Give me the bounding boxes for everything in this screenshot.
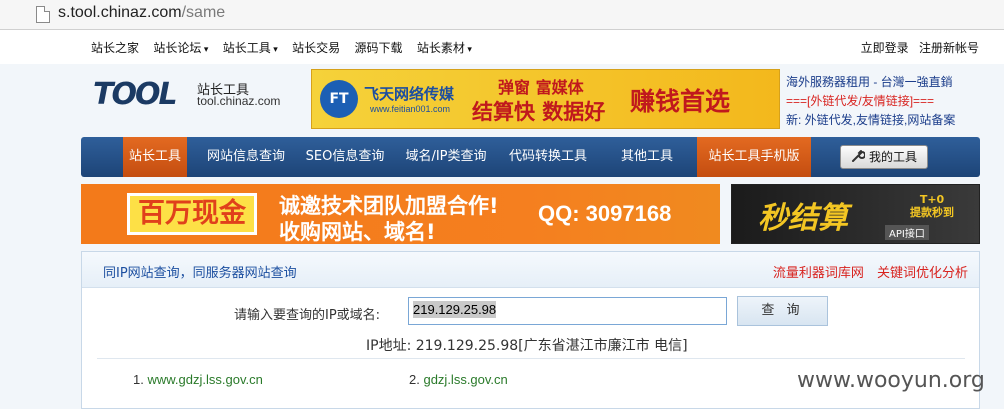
url-host: s.tool.chinaz.com [58, 4, 182, 21]
side-link-services[interactable]: 新: 外链代发,友情链接,网站备案 [786, 111, 996, 130]
ad-brand-name: 飞天网络传媒 [364, 85, 455, 103]
nav-link-tools[interactable]: 站长工具 [223, 41, 278, 55]
ad-mid-line-2: 收购网站、域名! [279, 220, 436, 244]
ad-right-tag: T+0 提款秒到 [910, 193, 954, 219]
main-menu-bar: 站长工具 网站信息查询 SEO信息查询 域名/IP类查询 代码转换工具 其他工具… [81, 137, 980, 177]
wrench-icon [851, 150, 865, 162]
query-input[interactable]: 219.129.25.98 [408, 297, 727, 325]
ad-slogan-3: 赚钱首选 [630, 87, 731, 116]
result-link[interactable]: www.gdzj.lss.gov.cn [147, 372, 262, 387]
nav-link-forum[interactable]: 站长论坛 [153, 41, 208, 55]
panel-right-links: 流量利器词库网 关键词优化分析 [764, 262, 968, 281]
ad-right-api: API接口 [885, 225, 929, 240]
ad-slogan-1: 弹窗 富媒体 [498, 78, 584, 97]
ad-right-title: 秒结算 [758, 201, 848, 236]
ad-brand-url: www.feitian001.com [370, 104, 451, 114]
ad-right-tag-1: T+0 [919, 193, 945, 206]
url-text[interactable]: s.tool.chinaz.com/same [58, 4, 225, 22]
menu-item-other[interactable]: 其他工具 [606, 137, 688, 177]
site-logo[interactable]: TOOL 站长工具 tool.chinaz.com [93, 77, 293, 117]
side-link-outlinks[interactable]: ===[外链代发/友情链接]=== [786, 92, 996, 111]
ft-logo-icon: FT [320, 80, 358, 118]
query-label: 请输入要查询的IP或域名: [234, 308, 381, 323]
address-bar[interactable]: s.tool.chinaz.com/same [0, 0, 1004, 30]
my-tools-label: 我的工具 [868, 150, 917, 164]
result-item: 1. www.gdzj.lss.gov.cn [133, 372, 263, 387]
link-traffic-words[interactable]: 流量利器词库网 [773, 266, 864, 281]
query-button[interactable]: 查 询 [737, 296, 828, 326]
query-input-value: 219.129.25.98 [413, 301, 497, 318]
result-index: 1. [133, 372, 144, 387]
menu-item-seo[interactable]: SEO信息查询 [301, 137, 389, 177]
register-link[interactable]: 注册新帐号 [919, 41, 979, 55]
menu-item-code-convert[interactable]: 代码转换工具 [503, 137, 593, 177]
ad-cash-badge: 百万现金 [127, 193, 257, 235]
menu-item-domain-ip[interactable]: 域名/IP类查询 [399, 137, 493, 177]
my-tools-button[interactable]: 我的工具 [840, 145, 928, 169]
account-links: 立即登录 注册新帐号 [854, 39, 979, 56]
side-link-hosting[interactable]: 海外服務器租用 - 台灣一強直銷 [786, 73, 996, 92]
menu-item-mobile[interactable]: 站长工具手机版 [697, 137, 811, 177]
nav-link-home[interactable]: 站长之家 [91, 41, 139, 55]
logo-domain: tool.chinaz.com [197, 94, 281, 108]
ad-mid-qq: QQ: 3097168 [538, 201, 672, 226]
logo-brand: TOOL [93, 77, 178, 112]
watermark: www.wooyun.org [797, 368, 985, 393]
panel-header: 同IP网站查询，同服务器网站查询 流量利器词库网 关键词优化分析 [82, 252, 979, 288]
link-keyword-analysis[interactable]: 关键词优化分析 [877, 266, 968, 281]
side-ad-links: 海外服務器租用 - 台灣一強直銷 ===[外链代发/友情链接]=== 新: 外链… [786, 73, 996, 130]
panel-title: 同IP网站查询，同服务器网站查询 [103, 266, 297, 281]
divider [97, 358, 965, 359]
login-link[interactable]: 立即登录 [861, 41, 909, 55]
ip-info: IP地址: 219.129.25.98[广东省湛江市廉江市 电信] [366, 338, 688, 354]
result-item: 2. gdzj.lss.gov.cn [409, 372, 508, 387]
top-nav-links: 站长之家 站长论坛 站长工具 站长交易 源码下载 站长素材 [91, 39, 483, 56]
result-link[interactable]: gdzj.lss.gov.cn [423, 372, 507, 387]
nav-link-trade[interactable]: 站长交易 [292, 41, 340, 55]
menu-item-site-info[interactable]: 网站信息查询 [201, 137, 291, 177]
page-icon [36, 6, 50, 23]
result-index: 2. [409, 372, 420, 387]
nav-link-assets[interactable]: 站长素材 [417, 41, 472, 55]
ad-banner-top[interactable]: FT 飞天网络传媒 www.feitian001.com 弹窗 富媒体 结算快 … [311, 69, 780, 129]
nav-link-source[interactable]: 源码下载 [355, 41, 403, 55]
top-nav: 站长之家 站长论坛 站长工具 站长交易 源码下载 站长素材 立即登录 注册新帐号 [0, 30, 1004, 64]
ad-banner-mid[interactable]: 百万现金 诚邀技术团队加盟合作! 收购网站、域名! QQ: 3097168 [81, 184, 720, 244]
ad-slogan-2: 结算快 数据好 [472, 100, 606, 124]
ad-right-tag-2: 提款秒到 [910, 206, 954, 219]
url-path: /same [181, 4, 226, 21]
ad-banner-right[interactable]: 秒结算 T+0 提款秒到 API接口 [731, 184, 980, 244]
menu-item-tools[interactable]: 站长工具 [123, 137, 187, 177]
